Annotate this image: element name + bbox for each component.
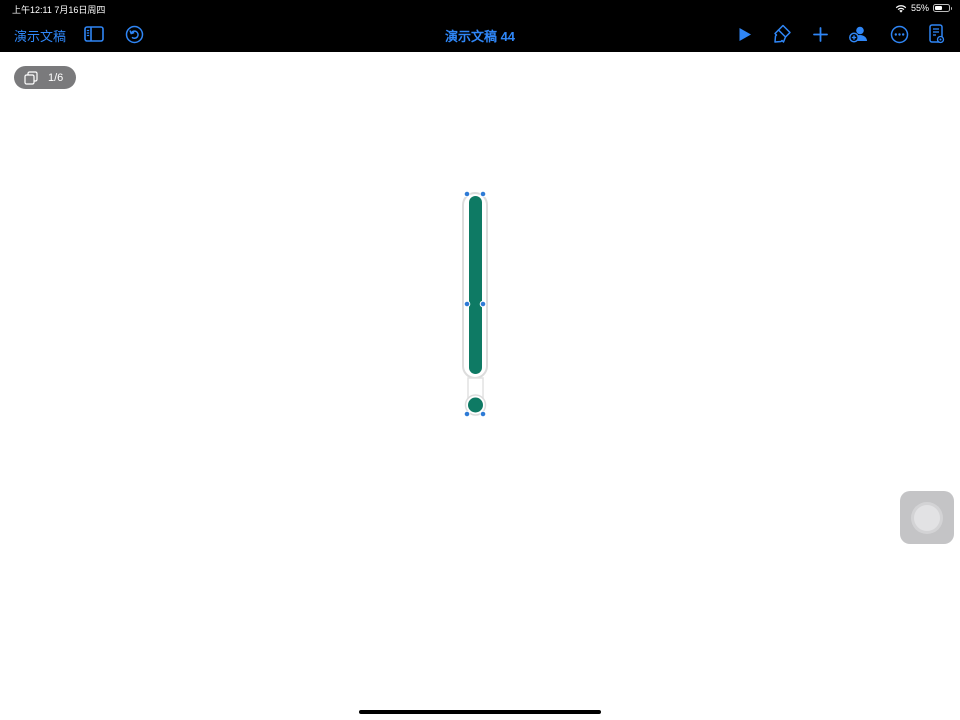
thermometer-bar[interactable] xyxy=(469,196,482,374)
status-right: 55% xyxy=(895,2,952,14)
slides-icon xyxy=(24,70,38,85)
slide-counter-label: 1/6 xyxy=(48,71,64,84)
resize-handle-top-right[interactable] xyxy=(479,190,487,198)
slide-navigator-button[interactable]: 1/6 xyxy=(14,66,76,89)
resize-handle-bottom-left[interactable] xyxy=(463,410,471,418)
more-icon xyxy=(890,25,908,43)
selected-shape-group[interactable] xyxy=(462,190,488,418)
sidebar-toggle-button[interactable] xyxy=(83,23,105,45)
wifi-icon xyxy=(895,4,907,13)
resize-handle-top-left[interactable] xyxy=(463,190,471,198)
undo-button[interactable] xyxy=(123,23,145,45)
document-options-button[interactable] xyxy=(926,23,948,45)
sidebar-icon xyxy=(84,26,104,42)
document-title[interactable]: 演示文稿 44 xyxy=(380,26,580,45)
collaborate-icon xyxy=(849,26,867,43)
assistive-touch-button[interactable] xyxy=(900,491,954,544)
format-brush-icon xyxy=(773,24,791,43)
battery-percent: 55% xyxy=(910,3,929,13)
resize-handle-bottom-right[interactable] xyxy=(479,410,487,418)
resize-handle-middle-left[interactable] xyxy=(463,300,471,308)
documents-back-button[interactable]: 演示文稿 xyxy=(14,26,66,45)
undo-icon xyxy=(125,25,143,43)
toolbar: 演示文稿 演示文稿 44 xyxy=(0,18,960,50)
slide-canvas xyxy=(462,190,488,418)
resize-handle-middle-right[interactable] xyxy=(479,300,487,308)
more-button[interactable] xyxy=(888,23,910,45)
format-button[interactable] xyxy=(771,23,793,45)
battery-level xyxy=(935,6,943,10)
status-time: 上午12:11 7月16日周四 xyxy=(12,5,106,15)
top-bar: 上午12:11 7月16日周四 55% 演示文稿 演示文稿 44 xyxy=(0,0,960,52)
home-indicator[interactable] xyxy=(359,710,601,714)
battery-icon xyxy=(933,4,952,12)
add-button[interactable] xyxy=(809,23,831,45)
collaborate-button[interactable] xyxy=(848,23,870,45)
add-icon xyxy=(812,26,828,42)
document-options-icon xyxy=(929,24,945,44)
play-icon xyxy=(739,27,751,41)
assistive-touch-icon xyxy=(914,504,940,531)
thermometer-bulb[interactable] xyxy=(468,397,483,413)
play-button[interactable] xyxy=(734,23,756,45)
